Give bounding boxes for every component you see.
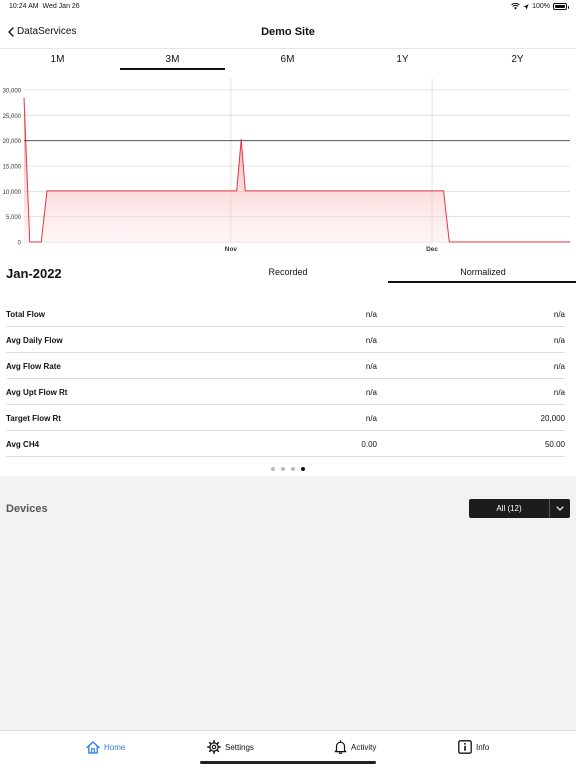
y-tick-label: 0 — [18, 241, 22, 247]
y-tick-label: 25,000 — [3, 114, 22, 120]
tab-home[interactable]: Home — [86, 739, 125, 755]
home-indicator — [200, 761, 376, 764]
tab-6m[interactable]: 6M — [230, 49, 345, 71]
metric-row-avg-flow-rate: Avg Flow Rate n/a n/a — [6, 353, 565, 379]
battery-icon — [553, 3, 569, 10]
tab-1y[interactable]: 1Y — [345, 49, 460, 71]
location-icon — [523, 3, 529, 10]
metric-row-avg-ch4: Avg CH4 0.00 50.00 — [6, 431, 565, 457]
tab-recorded[interactable]: Recorded — [193, 265, 383, 283]
devices-filter-dropdown[interactable]: All (12) — [469, 499, 570, 518]
y-tick-label: 10,000 — [3, 190, 22, 196]
y-tick-label: 15,000 — [3, 165, 22, 171]
series-area — [24, 97, 570, 242]
metric-row-target-flow-rt: Target Flow Rt n/a 20,000 — [6, 405, 565, 431]
home-icon — [86, 740, 100, 754]
page-title: Demo Site — [261, 26, 315, 38]
tab-2y[interactable]: 2Y — [460, 49, 575, 71]
x-tick-label: Nov — [225, 246, 238, 253]
tab-1m[interactable]: 1M — [0, 49, 115, 71]
devices-filter-value: All (12) — [496, 504, 522, 513]
devices-section: Devices All (12) — [0, 476, 576, 730]
x-tick-label: Dec — [426, 246, 438, 253]
period-label: Jan-2022 — [6, 266, 62, 281]
metric-row-total-flow: Total Flow n/a n/a — [6, 301, 565, 327]
bell-icon — [334, 740, 347, 754]
status-bar: 10:24 AM Wed Jan 26 100% — [0, 0, 576, 16]
status-time: 10:24 AM Wed Jan 26 — [9, 3, 80, 10]
page-indicator[interactable] — [0, 467, 576, 471]
flow-chart[interactable]: 0 5,000 10,000 15,000 20,000 25,000 30,000 Nov D… — [0, 70, 576, 256]
info-icon — [458, 740, 472, 754]
chevron-down-icon — [556, 506, 564, 511]
y-tick-label: 30,000 — [3, 89, 22, 95]
battery-percent: 100% — [532, 3, 550, 10]
range-tabs: 1M 3M 6M 1Y 2Y — [0, 48, 576, 70]
tab-bar: Home Settings Activity Info — [0, 730, 576, 768]
metric-table: Total Flow n/a n/a Avg Daily Flow n/a n/… — [6, 301, 565, 457]
page-dot-active[interactable] — [301, 467, 305, 471]
tab-3m[interactable]: 3M — [115, 49, 230, 71]
page-dot[interactable] — [281, 467, 285, 471]
tab-settings[interactable]: Settings — [207, 739, 254, 755]
page-dot[interactable] — [271, 467, 275, 471]
wifi-icon — [511, 3, 520, 10]
y-tick-label: 20,000 — [3, 139, 22, 145]
dropdown-toggle[interactable] — [549, 499, 570, 518]
nav-bar: DataServices Demo Site — [0, 16, 576, 48]
metric-row-avg-daily-flow: Avg Daily Flow n/a n/a — [6, 327, 565, 353]
page-dot[interactable] — [291, 467, 295, 471]
tab-normalized[interactable]: Normalized — [388, 265, 576, 283]
metric-row-avg-upt-flow-rt: Avg Upt Flow Rt n/a n/a — [6, 379, 565, 405]
flow-chart-svg: 0 5,000 10,000 15,000 20,000 25,000 30,000 Nov D… — [3, 78, 570, 253]
tab-activity[interactable]: Activity — [334, 739, 376, 755]
devices-title: Devices — [6, 503, 48, 515]
summary-panel: Jan-2022 Recorded Normalized Total Flow … — [0, 256, 576, 476]
status-right: 100% — [511, 3, 569, 10]
tab-info[interactable]: Info — [458, 739, 489, 755]
gear-icon — [207, 740, 221, 754]
y-tick-label: 5,000 — [6, 215, 22, 221]
